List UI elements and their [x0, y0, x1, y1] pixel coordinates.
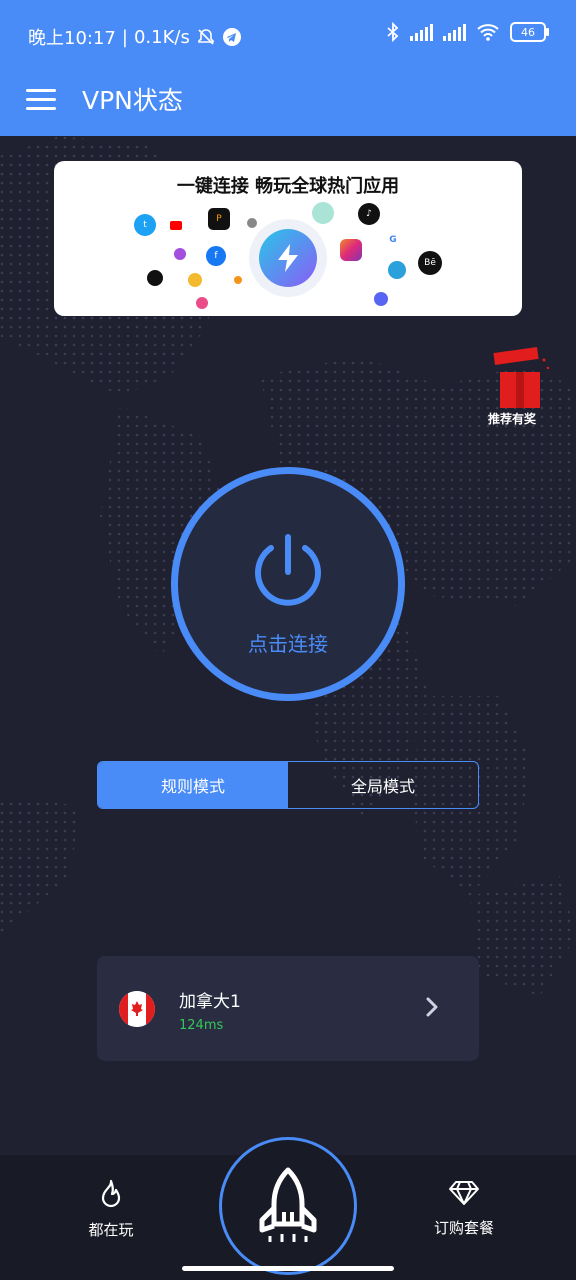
google-icon: G [386, 233, 400, 247]
binance-icon [188, 273, 202, 287]
chat-icon [247, 218, 257, 228]
status-left: 晚上10:17 | 0.1K/s [28, 24, 242, 50]
facebook-icon: f [206, 246, 226, 266]
wifi-icon [477, 24, 499, 41]
orange-dot-icon [234, 276, 242, 284]
behance-icon: Bē [418, 251, 442, 275]
telegram-icon [222, 28, 241, 46]
discord-icon [374, 292, 388, 306]
bluetooth-icon [387, 22, 399, 42]
nav-popular[interactable]: 都在玩 [66, 1179, 156, 1240]
menu-icon-bar [26, 88, 56, 92]
home-indicator[interactable] [182, 1266, 394, 1271]
canada-flag-icon [119, 991, 155, 1027]
twitter-icon: t [134, 214, 156, 236]
connect-button[interactable]: 点击连接 [171, 467, 405, 701]
podcast-icon [174, 248, 186, 260]
rocket-icon [259, 1167, 317, 1242]
status-time: 晚上10:17 [28, 28, 116, 49]
mode-switch: 规则模式 全局模式 [97, 761, 479, 809]
gift-box-icon [493, 346, 550, 408]
pornhub-icon: P [208, 208, 230, 230]
bell-muted-icon [198, 29, 214, 45]
diamond-icon [449, 1181, 479, 1205]
launch-button[interactable] [219, 1137, 357, 1275]
app-header: 晚上10:17 | 0.1K/s 46 VPN状态 [0, 0, 576, 136]
telegram-small-icon [388, 261, 406, 279]
tiktok-icon: ♪ [358, 203, 380, 225]
server-ping: 124ms [179, 1018, 224, 1033]
status-separator: | [121, 26, 128, 48]
page-title: VPN状态 [82, 86, 183, 115]
nav-subscribe[interactable]: 订购套餐 [419, 1179, 509, 1238]
promo-banner[interactable]: 一键连接 畅玩全球热门应用 t P ♪ f G Bē [54, 161, 522, 316]
dribbble-icon [196, 297, 208, 309]
fire-icon [101, 1179, 121, 1208]
referral-gift-button[interactable]: 推荐有奖 [488, 346, 550, 426]
battery-icon: 46 [510, 22, 549, 42]
status-bar: 晚上10:17 | 0.1K/s 46 [0, 0, 576, 70]
menu-icon-bar [26, 106, 56, 110]
signal-2-icon [443, 23, 466, 41]
chevron-right-icon [426, 997, 438, 1017]
instagram-icon [340, 239, 362, 261]
nav-subscribe-label: 订购套餐 [433, 1219, 494, 1237]
reddit-icon [147, 270, 163, 286]
banner-title: 一键连接 畅玩全球热门应用 [176, 176, 400, 197]
rule-mode-button[interactable]: 规则模式 [98, 762, 288, 808]
status-speed: 0.1K/s [133, 26, 190, 48]
server-selector[interactable]: 加拿大1 124ms [97, 956, 479, 1061]
lightning-icon [278, 244, 298, 272]
menu-button[interactable] [26, 84, 56, 114]
server-name: 加拿大1 [179, 992, 241, 1012]
youtube-icon [170, 221, 182, 230]
app-bar: VPN状态 [0, 70, 576, 136]
chatgpt-icon [312, 202, 334, 224]
menu-icon-bar [26, 97, 56, 101]
connect-label: 点击连接 [248, 632, 328, 656]
power-icon [255, 534, 321, 606]
signal-1-icon [410, 23, 433, 41]
app-logo-icon [259, 229, 317, 287]
status-right: 46 [386, 22, 549, 42]
gift-label: 推荐有奖 [488, 412, 537, 426]
global-mode-button[interactable]: 全局模式 [288, 762, 478, 808]
nav-popular-label: 都在玩 [88, 1221, 134, 1239]
